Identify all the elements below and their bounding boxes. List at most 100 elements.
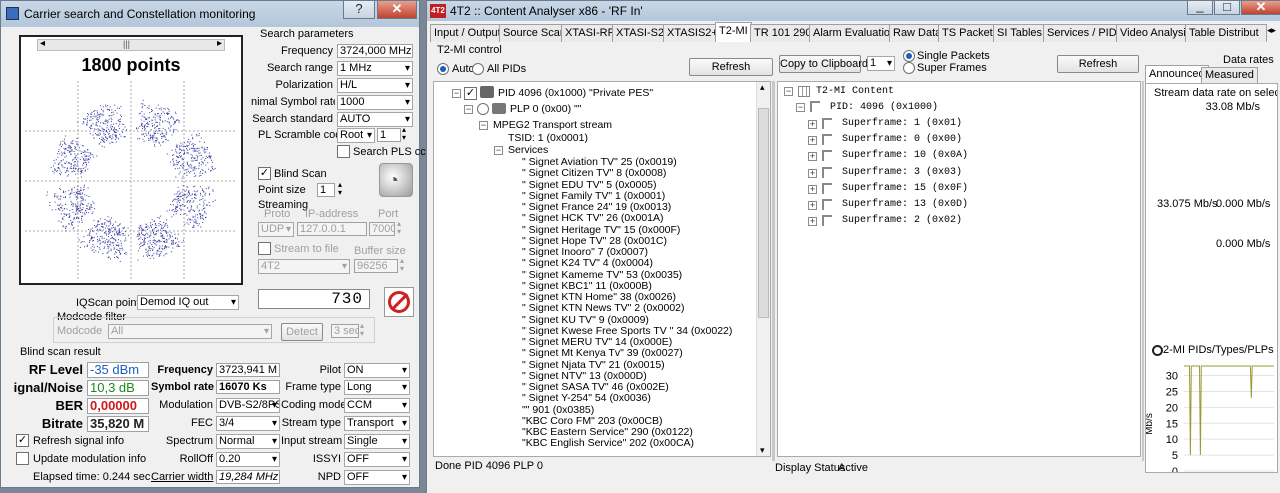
tab-xtasi-rf[interactable]: XTASI-RF — [561, 24, 619, 42]
buffer-size-input[interactable]: 96256 — [354, 259, 398, 273]
carrier-width-label[interactable]: Carrier width — [151, 470, 213, 484]
close-button[interactable]: ✕ — [377, 1, 417, 19]
frequency-input[interactable]: 3724,000 MHz — [337, 44, 413, 58]
content-pid-collapse-icon[interactable]: − — [796, 103, 805, 112]
input-stream-select[interactable]: Single — [344, 434, 410, 449]
superframe-node[interactable]: Superframe: 1 (0x01) — [842, 117, 962, 131]
tab-alarm-evaluation[interactable]: Alarm Evaluation — [809, 24, 901, 42]
tab-announced[interactable]: Announced — [1145, 65, 1209, 83]
modcode-select[interactable]: All — [108, 324, 272, 339]
superframe-expand-icon[interactable]: + — [808, 217, 817, 227]
pid-tree-scrollbar[interactable]: ▴ ▾ — [756, 82, 770, 456]
refresh-left-button[interactable]: Refresh — [689, 58, 773, 76]
content-pid-node[interactable]: PID: 4096 (0x1000) — [830, 101, 938, 115]
superframe-expand-icon[interactable]: + — [808, 136, 817, 146]
tab-si-tables[interactable]: SI Tables — [993, 24, 1047, 42]
superframe-node[interactable]: Superframe: 3 (0x03) — [842, 166, 962, 180]
tab-xtasi-s2[interactable]: XTASI-S2 — [612, 24, 669, 42]
plp-radio[interactable] — [477, 103, 489, 115]
modulation-select[interactable]: DVB-S2/8PS — [216, 398, 280, 413]
all-pids-radio[interactable] — [472, 63, 484, 75]
right-title-bar[interactable]: 4T2 4T2 :: Content Analyser x86 - 'RF In… — [427, 1, 1280, 21]
superframe-node[interactable]: Superframe: 2 (0x02) — [842, 214, 962, 228]
pid-collapse-icon[interactable]: − — [452, 89, 461, 98]
content-root-collapse-icon[interactable]: − — [784, 87, 793, 96]
pl-scramble-value-input[interactable]: 1 — [377, 128, 401, 142]
superframe-node[interactable]: Superframe: 10 (0x0A) — [842, 149, 968, 163]
super-frames-radio[interactable] — [903, 62, 915, 74]
symbol-rate-select[interactable]: 1000 — [337, 95, 413, 110]
tab-video-analysis[interactable]: Video Analysis — [1116, 24, 1196, 42]
tab-tr101290[interactable]: TR 101 290 — [750, 24, 816, 42]
pilot-select[interactable]: ON — [344, 363, 410, 378]
iqscan-select[interactable]: Demod IQ out — [137, 295, 239, 310]
point-size-spinner-icon[interactable]: ▴ ▾ — [338, 181, 342, 197]
detect-time-spinner-icon[interactable]: ▴ ▾ — [360, 322, 364, 338]
content-root-node[interactable]: T2-MI Content — [816, 85, 894, 99]
port-spinner-icon[interactable]: ▴ ▾ — [397, 220, 401, 236]
constellation-scrollbar[interactable]: ◂ ||| ▸ — [37, 38, 225, 51]
right-splitter[interactable] — [1142, 81, 1144, 461]
plp-node[interactable]: PLP 0 (0x00) "" — [510, 102, 581, 116]
plp-collapse-icon[interactable]: − — [464, 105, 473, 114]
issyi-select[interactable]: OFF — [344, 452, 410, 467]
mpeg2-node[interactable]: MPEG2 Transport stream — [493, 118, 612, 132]
help-button[interactable]: ? — [343, 1, 375, 19]
copy-count-select[interactable]: 1 — [867, 56, 895, 71]
service-item[interactable]: "KBC English Service" 202 (0x00CA) — [522, 436, 694, 450]
auto-radio[interactable] — [437, 63, 449, 75]
update-modulation-checkbox[interactable] — [16, 452, 29, 465]
superframe-expand-icon[interactable]: + — [808, 184, 817, 194]
buffer-spinner-icon[interactable]: ▴ ▾ — [400, 257, 404, 273]
tab-table-distribution[interactable]: Table Distribut — [1185, 24, 1267, 42]
search-range-select[interactable]: 1 MHz — [337, 61, 413, 76]
proto-select[interactable]: UDP — [258, 222, 294, 237]
tab-raw-data[interactable]: Raw Data — [889, 24, 946, 42]
pl-scramble-spinner-icon[interactable]: ▴ ▾ — [402, 126, 406, 142]
single-packets-radio[interactable] — [903, 50, 915, 62]
superframe-expand-icon[interactable]: + — [808, 152, 817, 162]
minimize-button[interactable]: _ — [1187, 0, 1213, 15]
superframe-expand-icon[interactable]: + — [808, 201, 817, 210]
tab-measured[interactable]: Measured — [1201, 67, 1258, 83]
tab-t2mi[interactable]: T2-MI — [715, 22, 752, 42]
spectrum-select[interactable]: Normal — [216, 434, 280, 449]
superframe-node[interactable]: Superframe: 0 (0x00) — [842, 133, 962, 147]
copy-clipboard-button[interactable]: Copy to Clipboard — [779, 55, 868, 73]
rolloff-select[interactable]: 0.20 — [216, 452, 280, 467]
superframe-node[interactable]: Superframe: 15 (0x0F) — [842, 182, 968, 196]
superframe-expand-icon[interactable]: + — [808, 120, 817, 129]
refresh-right-button[interactable]: Refresh — [1057, 55, 1139, 73]
port-input[interactable]: 7000 — [369, 222, 395, 236]
satellite-dish-button[interactable]: ◔ — [379, 163, 413, 197]
tab-xtasis2plus[interactable]: XTASIS2+ — [663, 24, 722, 42]
fec-select[interactable]: 3/4 — [216, 416, 280, 431]
detect-button[interactable]: Detect — [281, 323, 323, 341]
pl-scramble-mode-select[interactable]: Root — [337, 128, 375, 143]
frame-type-select[interactable]: Long — [344, 380, 410, 395]
detect-time-input[interactable]: 3 sec — [331, 324, 359, 338]
superframe-expand-icon[interactable]: + — [808, 168, 817, 178]
refresh-signal-checkbox[interactable]: ✓ — [16, 434, 29, 447]
tab-scroll-arrows-icon[interactable]: ◂▸ — [1267, 25, 1276, 36]
stream-to-file-checkbox[interactable] — [258, 242, 271, 255]
zoom-icon[interactable] — [1152, 345, 1163, 356]
polarization-select[interactable]: H/L — [337, 78, 413, 93]
pid-scroll-thumb[interactable] — [758, 108, 769, 318]
superframe-node[interactable]: Superframe: 13 (0x0D) — [842, 198, 968, 212]
mpeg2-collapse-icon[interactable]: − — [479, 121, 488, 130]
right-close-button[interactable]: ✕ — [1241, 0, 1280, 15]
stream-type-select[interactable]: Transport — [344, 416, 410, 431]
blind-scan-checkbox[interactable]: ✓ — [258, 167, 271, 180]
maximize-button[interactable]: □ — [1214, 0, 1240, 15]
point-size-input[interactable]: 1 — [317, 183, 335, 197]
npd-select[interactable]: OFF — [344, 470, 410, 485]
services-collapse-icon[interactable]: − — [494, 146, 503, 155]
pid-node[interactable]: PID 4096 (0x1000) "Private PES" — [498, 86, 653, 100]
ip-input[interactable]: 127.0.0.1 — [297, 222, 367, 236]
tab-source-scan[interactable]: Source Scan — [499, 24, 570, 42]
stop-button[interactable] — [384, 287, 414, 317]
tab-input-output[interactable]: Input / Output — [430, 24, 505, 42]
pid-checkbox[interactable]: ✓ — [464, 87, 477, 100]
tab-services-pids[interactable]: Services / PIDs — [1043, 24, 1127, 42]
